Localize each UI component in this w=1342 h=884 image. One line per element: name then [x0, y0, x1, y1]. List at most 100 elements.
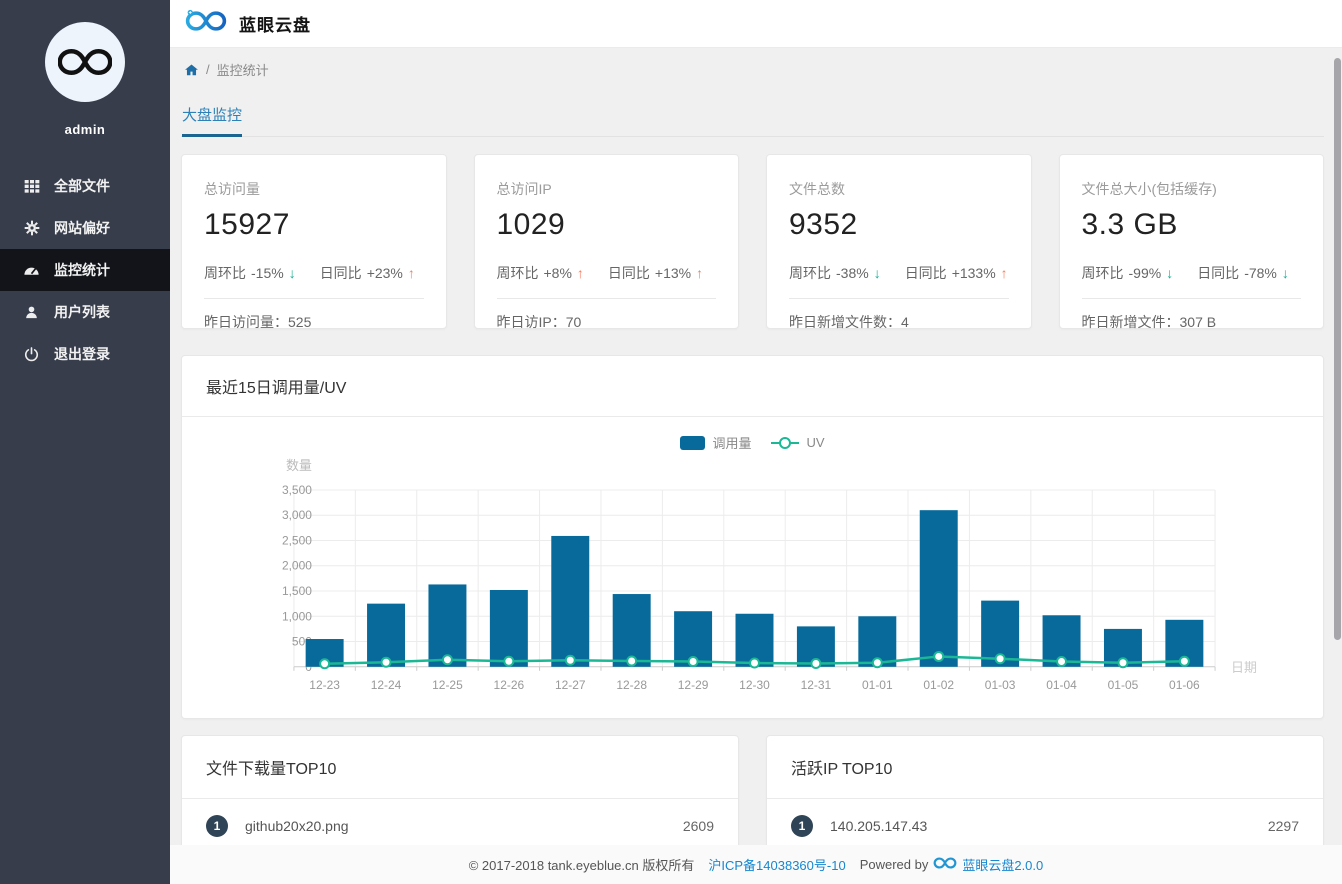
trend-label: 日同比: [607, 265, 650, 281]
sidebar-item-all-files[interactable]: 全部文件: [0, 165, 170, 207]
main-area: 蓝眼云盘 / 监控统计 大盘监控 总访问量 15927 周环比 -15% ↓ 日…: [170, 0, 1342, 884]
sidebar-item-preferences[interactable]: 网站偏好: [0, 207, 170, 249]
rank-badge: 1: [791, 814, 813, 837]
chart-legend: 调用量 UV: [182, 433, 1323, 452]
svg-text:12-25: 12-25: [432, 678, 463, 692]
trend-arrow-icon: ↓: [1281, 265, 1289, 281]
trend-arrow-icon: ↓: [873, 265, 881, 281]
dashboard-icon: [23, 262, 40, 279]
footer-logo-icon: [933, 856, 957, 873]
line-legend-swatch-icon: [771, 436, 800, 449]
svg-text:12-30: 12-30: [739, 678, 770, 692]
grid-icon: [23, 178, 40, 195]
list-item-name: 140.205.147.43: [830, 817, 928, 834]
stat-card-footer: 昨日访IP：70: [497, 299, 717, 332]
trend-day: 日同比 +23% ↑: [320, 263, 415, 283]
svg-text:01-04: 01-04: [1046, 678, 1077, 692]
power-icon: [23, 346, 40, 363]
uv-chart-card: 最近15日调用量/UV 调用量 UV 05001,0001,5002,0002,…: [181, 355, 1324, 719]
svg-text:01-01: 01-01: [862, 678, 893, 692]
sidebar-item-label: 全部文件: [54, 178, 110, 194]
legend-item-calls[interactable]: 调用量: [680, 433, 751, 452]
stat-card-value: 9352: [789, 208, 858, 241]
trend-label: 周环比: [496, 265, 539, 281]
content: / 监控统计 大盘监控 总访问量 15927 周环比 -15% ↓ 日同比 +2…: [170, 48, 1342, 884]
trend-value: +23%: [366, 265, 403, 281]
home-icon[interactable]: [184, 63, 199, 77]
footer-powered-label: Powered by: [859, 857, 929, 872]
svg-text:12-31: 12-31: [801, 678, 832, 692]
svg-text:2,000: 2,000: [282, 559, 312, 573]
svg-text:12-23: 12-23: [309, 678, 340, 692]
list-card-title: 文件下载量TOP10: [182, 736, 738, 799]
footer-label: 昨日新增文件数：: [789, 314, 901, 330]
svg-text:12-29: 12-29: [678, 678, 709, 692]
list-item-name: github20x20.png: [245, 817, 349, 834]
sidebar-item-monitoring[interactable]: 监控统计: [0, 249, 170, 291]
trend-day: 日同比 +133% ↑: [905, 263, 1008, 283]
svg-text:日期: 日期: [1231, 660, 1257, 675]
legend-label: UV: [806, 435, 825, 450]
user-icon: [23, 304, 40, 321]
trend-label: 日同比: [904, 265, 947, 281]
sidebar-item-users[interactable]: 用户列表: [0, 291, 170, 333]
trend-value: -15%: [251, 265, 284, 281]
svg-text:数量: 数量: [286, 458, 312, 473]
footer-label: 昨日访问量：: [204, 314, 288, 330]
sidebar-item-label: 退出登录: [54, 346, 110, 362]
footer-copyright: © 2017-2018 tank.eyeblue.cn 版权所有: [468, 858, 695, 873]
trend-value: +133%: [951, 265, 996, 281]
svg-text:1,000: 1,000: [282, 609, 312, 623]
footer-label: 昨日新增文件：: [1081, 314, 1180, 330]
footer-product-link[interactable]: 蓝眼云盘2.0.0: [962, 855, 1043, 874]
stat-card-footer: 昨日新增文件：307 B: [1082, 299, 1302, 332]
footer: © 2017-2018 tank.eyeblue.cn 版权所有 沪ICP备14…: [170, 845, 1342, 884]
footer-icp-link[interactable]: 沪ICP备14038360号-10: [708, 855, 845, 874]
tab-dashboard-monitor[interactable]: 大盘监控: [182, 104, 243, 137]
footer-value: 4: [901, 314, 909, 330]
uv-bar-line-chart: 05001,0001,5002,0002,5003,0003,500数量日期12…: [282, 458, 1257, 692]
trend-arrow-icon: ↑: [576, 265, 584, 281]
trend-week: 周环比 +8% ↑: [497, 263, 584, 283]
svg-text:01-06: 01-06: [1169, 678, 1200, 692]
stat-card-trends: 周环比 -38% ↓ 日同比 +133% ↑: [789, 263, 1009, 283]
trend-value: -99%: [1128, 265, 1162, 281]
chart-title: 最近15日调用量/UV: [182, 356, 1323, 417]
svg-text:01-03: 01-03: [985, 678, 1016, 692]
stat-card-value: 1029: [496, 208, 566, 241]
trend-label: 周环比: [1081, 265, 1124, 281]
legend-label: 调用量: [712, 436, 752, 451]
list-card-title: 活跃IP TOP10: [767, 736, 1323, 799]
page-scrollbar-thumb[interactable]: [1334, 58, 1341, 640]
footer-value: 70: [565, 314, 582, 330]
footer-value: 525: [288, 314, 312, 330]
svg-text:3,000: 3,000: [282, 508, 312, 522]
brand-logo-icon: [45, 22, 125, 102]
trend-arrow-icon: ↑: [696, 265, 704, 281]
sidebar-username: admin: [64, 122, 106, 137]
stat-card-total-ips: 总访问IP 1029 周环比 +8% ↑ 日同比 +13% ↑ 昨日访IP：70: [473, 154, 739, 332]
breadcrumb: / 监控统计: [184, 60, 1324, 79]
app-root: admin 全部文件 网站偏好 监控统计 用户列表 退出登录 蓝眼云盘 / 监控…: [0, 0, 1342, 884]
footer-powered: Powered by 蓝眼云盘2.0.0: [860, 855, 1044, 874]
trend-value: +8%: [543, 265, 572, 281]
sidebar-item-logout[interactable]: 退出登录: [0, 333, 170, 375]
tab-bar: 大盘监控: [181, 104, 1324, 137]
footer-value: 307 B: [1179, 314, 1217, 330]
legend-item-uv[interactable]: UV: [771, 435, 825, 450]
stat-card-footer: 昨日新增文件数：4: [789, 299, 1009, 332]
rank-badge: 1: [206, 814, 228, 837]
stat-card-trends: 周环比 -15% ↓ 日同比 +23% ↑: [204, 263, 424, 283]
svg-text:12-27: 12-27: [555, 678, 586, 692]
trend-arrow-icon: ↓: [1166, 265, 1174, 281]
gear-icon: [23, 220, 40, 237]
list-item-value: 2297: [1267, 817, 1299, 834]
stat-card-total-size: 文件总大小(包括缓存) 3.3 GB 周环比 -99% ↓ 日同比 -78% ↓: [1058, 154, 1324, 332]
stat-card-trends: 周环比 +8% ↑ 日同比 +13% ↑: [497, 263, 717, 283]
trend-day: 日同比 +13% ↑: [608, 263, 703, 283]
stat-card-title: 总访问IP: [496, 181, 552, 197]
trend-arrow-icon: ↑: [407, 265, 415, 281]
svg-text:12-28: 12-28: [616, 678, 647, 692]
svg-text:12-26: 12-26: [494, 678, 525, 692]
svg-text:2,500: 2,500: [282, 533, 312, 547]
